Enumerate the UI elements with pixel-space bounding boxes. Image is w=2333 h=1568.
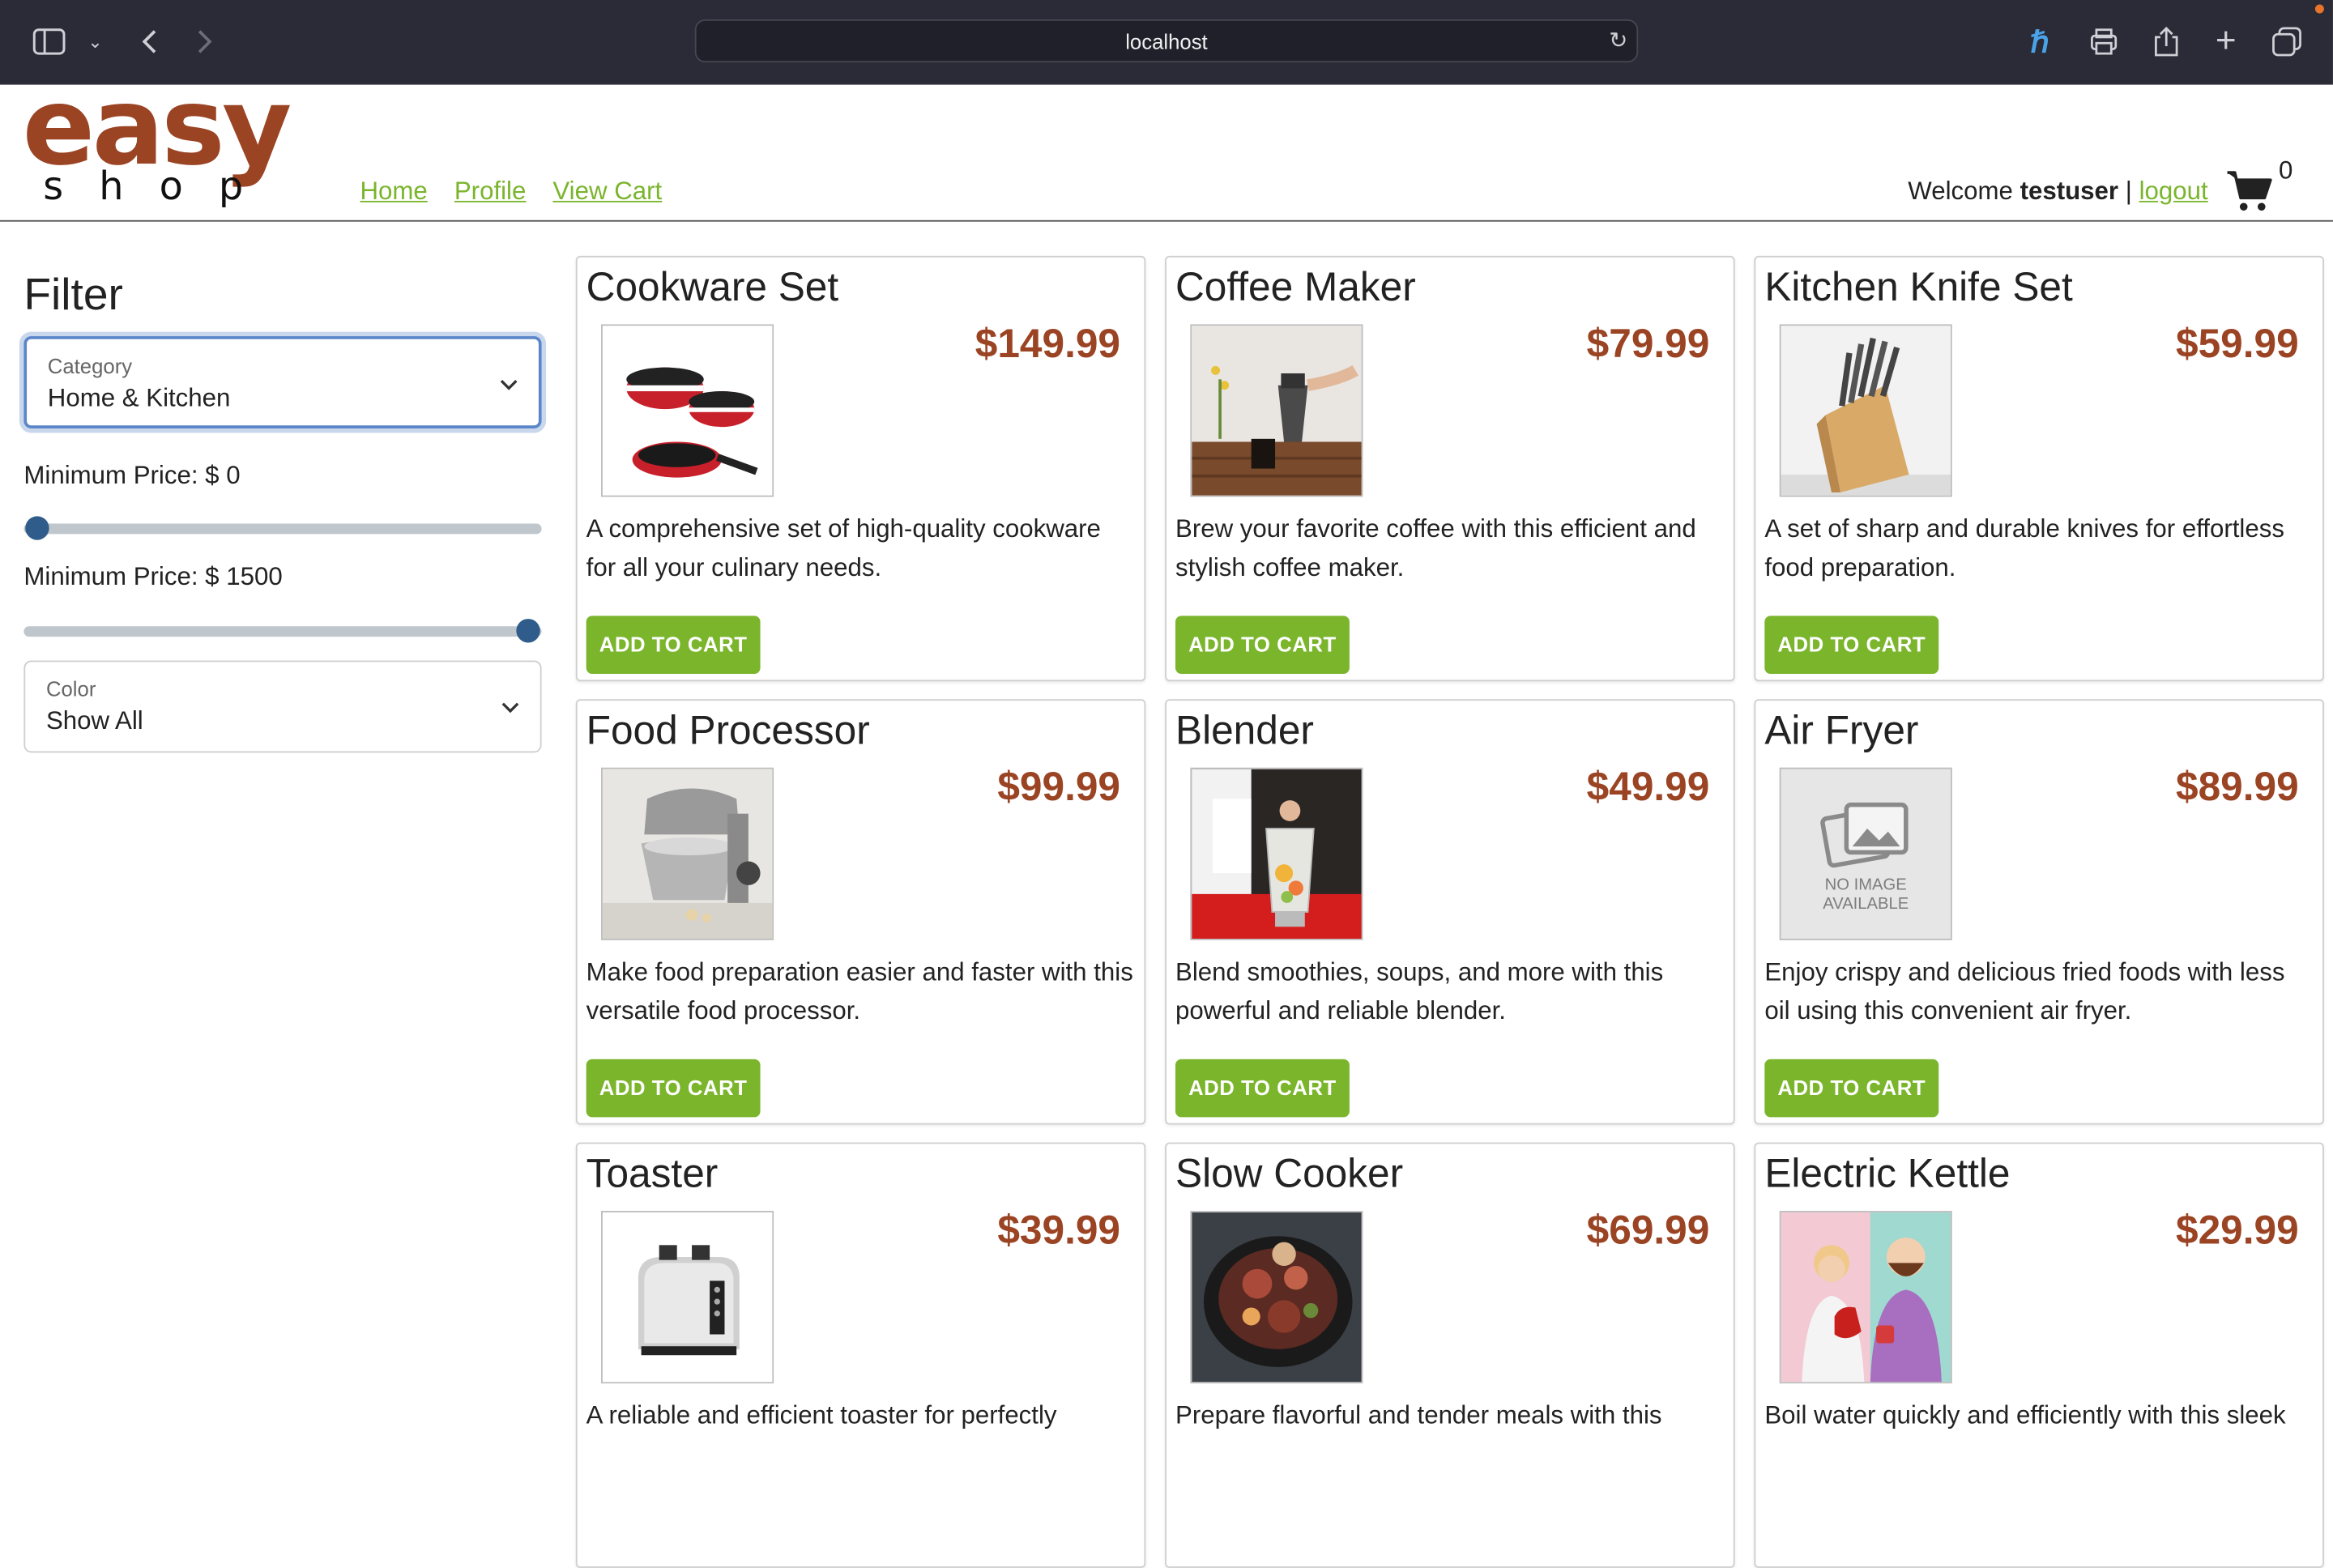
slider-thumb[interactable] bbox=[516, 619, 540, 643]
product-card: Food Processor $99.99 Make food preparat… bbox=[575, 699, 1146, 1125]
product-card: Kitchen Knife Set $59.99 A set of sharp … bbox=[1754, 255, 2324, 682]
product-image bbox=[601, 1211, 774, 1384]
min-price-label: Minimum Price: $ 0 bbox=[23, 461, 241, 490]
product-description: Blend smoothies, soups, and more with th… bbox=[1175, 957, 1664, 1025]
product-price: $59.99 bbox=[2176, 321, 2299, 366]
sidebar-toggle-icon[interactable] bbox=[32, 25, 67, 58]
product-description: Boil water quickly and efficiently with … bbox=[1764, 1401, 2286, 1430]
product-card: Slow Cooker $69.99 Prepare flavorful and… bbox=[1165, 1142, 1735, 1568]
add-to-cart-button[interactable]: ADD TO CART bbox=[586, 1059, 761, 1118]
product-title: Blender bbox=[1175, 708, 1314, 753]
product-image bbox=[1190, 767, 1363, 940]
product-card: Coffee Maker $79.99 Brew your favorite c… bbox=[1165, 255, 1735, 682]
chevron-down-icon bbox=[501, 695, 519, 718]
tabs-overview-icon[interactable] bbox=[2269, 25, 2305, 58]
address-bar[interactable]: localhost ↻ bbox=[694, 19, 1639, 63]
extension-icon[interactable]: ℏ bbox=[2022, 25, 2058, 58]
product-price: $89.99 bbox=[2176, 765, 2299, 810]
notification-dot bbox=[2314, 4, 2324, 14]
product-card: Cookware Set $149.99 A comprehensive set… bbox=[575, 255, 1146, 682]
add-to-cart-button[interactable]: ADD TO CART bbox=[1175, 616, 1350, 675]
add-to-cart-button[interactable]: ADD TO CART bbox=[1764, 616, 1939, 675]
product-image bbox=[1779, 324, 1952, 497]
reload-icon[interactable]: ↻ bbox=[1609, 27, 1627, 53]
product-description: Prepare flavorful and tender meals with … bbox=[1175, 1401, 1662, 1430]
product-description: A reliable and efficient toaster for per… bbox=[586, 1401, 1057, 1430]
welcome-text: Welcome bbox=[1908, 177, 2013, 206]
add-to-cart-button[interactable]: ADD TO CART bbox=[1764, 1059, 1939, 1118]
product-description: Enjoy crispy and delicious fried foods w… bbox=[1764, 957, 2285, 1025]
product-price: $99.99 bbox=[997, 765, 1121, 810]
product-title: Food Processor bbox=[586, 708, 870, 753]
welcome-message: Welcome testuser | logout bbox=[1908, 177, 2207, 207]
product-card: Electric Kettle $29.99 Boil water quickl… bbox=[1754, 1142, 2324, 1568]
product-price: $39.99 bbox=[997, 1208, 1121, 1253]
category-select[interactable]: Category Home & Kitchen bbox=[23, 336, 542, 428]
product-title: Coffee Maker bbox=[1175, 264, 1416, 310]
chevron-down-icon[interactable]: ⌄ bbox=[78, 25, 113, 58]
product-image bbox=[601, 767, 774, 940]
site-header: easy shop Home Profile View Cart Welcome t… bbox=[0, 64, 2333, 222]
product-image bbox=[601, 324, 774, 497]
logout-link[interactable]: logout bbox=[2139, 177, 2208, 206]
nav-home-link[interactable]: Home bbox=[360, 177, 427, 206]
product-title: Cookware Set bbox=[586, 264, 839, 310]
product-image bbox=[1190, 324, 1363, 497]
category-label: Category bbox=[47, 354, 133, 378]
back-icon[interactable] bbox=[131, 25, 167, 58]
product-description: Make food preparation easier and faster … bbox=[586, 957, 1133, 1025]
product-card: Toaster $39.99 A reliable and efficient … bbox=[575, 1142, 1146, 1568]
max-price-slider[interactable] bbox=[23, 617, 542, 643]
cart-count: 0 bbox=[2278, 156, 2293, 185]
slider-track bbox=[23, 523, 542, 535]
add-to-cart-button[interactable]: ADD TO CART bbox=[1175, 1059, 1350, 1118]
product-description: Brew your favorite coffee with this effi… bbox=[1175, 514, 1696, 582]
product-card: Blender $49.99 Blend smoothies, soups, a… bbox=[1165, 699, 1735, 1125]
product-price: $69.99 bbox=[1586, 1208, 1710, 1253]
product-description: A set of sharp and durable knives for ef… bbox=[1764, 514, 2284, 582]
print-icon[interactable] bbox=[2086, 25, 2122, 58]
color-select[interactable]: Color Show All bbox=[23, 660, 542, 753]
product-price: $79.99 bbox=[1586, 321, 1710, 366]
separator: | bbox=[2125, 177, 2132, 206]
min-price-slider[interactable] bbox=[23, 514, 542, 540]
max-price-label: Minimum Price: $ 1500 bbox=[23, 562, 283, 591]
share-icon[interactable] bbox=[2148, 25, 2184, 58]
forward-icon[interactable] bbox=[187, 25, 223, 58]
product-title: Toaster bbox=[586, 1151, 719, 1196]
product-title: Slow Cooker bbox=[1175, 1151, 1404, 1196]
chevron-down-icon bbox=[500, 372, 518, 395]
product-image-placeholder: NO IMAGE AVAILABLE bbox=[1779, 767, 1952, 940]
product-title: Electric Kettle bbox=[1764, 1151, 2011, 1196]
cart-icon[interactable] bbox=[2226, 168, 2274, 216]
product-price: $49.99 bbox=[1586, 765, 1710, 810]
no-image-text: NO IMAGE bbox=[1824, 876, 1907, 894]
slider-track bbox=[23, 626, 542, 637]
nav-profile-link[interactable]: Profile bbox=[454, 177, 527, 206]
product-description: A comprehensive set of high-quality cook… bbox=[586, 514, 1101, 582]
browser-toolbar: ⌄ localhost ↻ ℏ + bbox=[0, 0, 2333, 85]
new-tab-icon[interactable]: + bbox=[2208, 21, 2244, 62]
product-price: $29.99 bbox=[2176, 1208, 2299, 1253]
username: testuser bbox=[2020, 177, 2119, 206]
product-title: Kitchen Knife Set bbox=[1764, 264, 2073, 310]
color-value: Show All bbox=[45, 706, 143, 735]
category-value: Home & Kitchen bbox=[47, 383, 231, 412]
url-text: localhost bbox=[1125, 29, 1208, 54]
filter-title: Filter bbox=[23, 271, 123, 320]
nav-view-cart-link[interactable]: View Cart bbox=[552, 177, 662, 206]
filter-panel: Filter Category Home & Kitchen Minimum P… bbox=[23, 271, 544, 753]
add-to-cart-button[interactable]: ADD TO CART bbox=[586, 616, 761, 675]
color-label: Color bbox=[45, 676, 96, 701]
no-image-text: AVAILABLE bbox=[1823, 895, 1909, 914]
product-price: $149.99 bbox=[975, 321, 1121, 366]
product-image bbox=[1779, 1211, 1952, 1384]
slider-thumb[interactable] bbox=[25, 516, 49, 540]
main-nav: Home Profile View Cart bbox=[360, 177, 689, 207]
product-title: Air Fryer bbox=[1764, 708, 1919, 753]
product-card: Air Fryer NO IMAGE AVAILABLE $89.99 Enjo… bbox=[1754, 699, 2324, 1125]
product-image bbox=[1190, 1211, 1363, 1384]
logo-shop: shop bbox=[43, 164, 279, 210]
